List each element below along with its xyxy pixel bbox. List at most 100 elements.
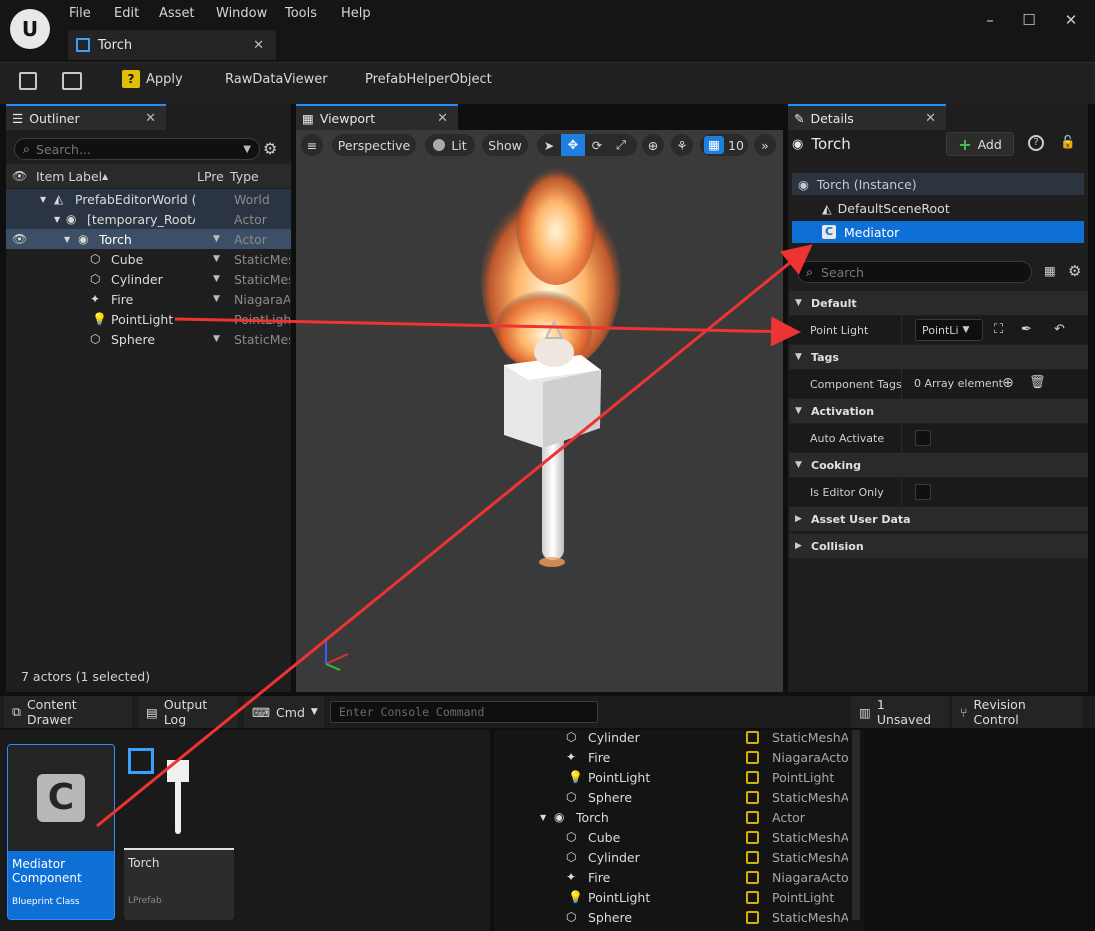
outliner-row[interactable]: ⬡ Sphere ▼ StaticMes <box>6 329 291 349</box>
eyedropper-icon[interactable]: ✒ <box>1021 322 1032 337</box>
menu-window[interactable]: Window <box>216 6 267 21</box>
help-icon[interactable]: ? <box>1028 135 1044 151</box>
outliner-search-input[interactable]: ⌕ Search... ▼ <box>14 138 260 160</box>
eye-icon[interactable]: 👁 <box>12 232 27 246</box>
list-item[interactable]: ⬡ Cylinder StaticMeshA <box>494 727 849 747</box>
prefab-helper-object-button[interactable]: PrefabHelperObject <box>365 72 492 87</box>
menu-edit[interactable]: Edit <box>114 6 139 21</box>
item-label: Cube <box>588 829 621 845</box>
revision-control-button[interactable]: ⑂ Revision Control <box>952 696 1082 728</box>
tab-outliner[interactable]: ☰ Outliner ✕ <box>6 104 166 130</box>
show-button[interactable]: Show <box>482 134 528 156</box>
list-item[interactable]: 💡 PointLight PointLight <box>494 887 849 907</box>
more-options-icon[interactable]: » <box>754 134 776 156</box>
console-input[interactable]: Enter Console Command <box>330 701 598 723</box>
asset-torch-prefab[interactable]: Torch LPrefab <box>124 744 234 920</box>
outliner-row[interactable]: ▼ ◭ PrefabEditorWorld (E World <box>6 189 291 209</box>
row-type: StaticMes <box>234 251 290 267</box>
viewport-menu-icon[interactable]: ≡ <box>301 134 323 156</box>
trash-icon[interactable]: 🗑 <box>1029 375 1046 390</box>
scale-icon[interactable]: ⤢ <box>609 137 633 153</box>
transform-tools: ➤ ✥ ⟳ ⤢ <box>537 134 637 156</box>
reset-icon[interactable]: ↶ <box>1054 322 1065 337</box>
section-asset-user-data[interactable]: ▶ Asset User Data <box>789 507 1088 531</box>
details-search-input[interactable]: ⌕ Search <box>797 261 1032 283</box>
list-item[interactable]: ⬡ Sphere StaticMeshA <box>494 907 849 927</box>
move-icon[interactable]: ✥ <box>561 134 585 156</box>
unreal-logo-icon[interactable]: U <box>10 9 50 49</box>
list-item[interactable]: ✦ Fire NiagaraActor <box>494 867 849 887</box>
component-row-selected[interactable]: C Mediator <box>792 221 1084 243</box>
list-item[interactable]: ⬡ Cube StaticMeshA <box>494 827 849 847</box>
column-lpre[interactable]: LPre <box>197 169 224 184</box>
eye-icon[interactable]: 👁 <box>12 169 27 183</box>
outliner-row[interactable]: 💡 PointLight PointLight <box>6 309 291 329</box>
add-element-icon[interactable]: ⊕ <box>1002 375 1014 391</box>
list-item[interactable]: ⬡ Sphere StaticMeshA <box>494 787 849 807</box>
outliner-row[interactable]: ⬡ Cube ▼ StaticMes <box>6 249 291 269</box>
menu-tools[interactable]: Tools <box>285 6 317 21</box>
gear-icon[interactable]: ⚙ <box>1068 262 1081 280</box>
close-tab-icon[interactable]: ✕ <box>253 38 264 53</box>
auto-activate-checkbox[interactable] <box>915 430 931 446</box>
axis-y <box>325 663 341 671</box>
close-viewport-icon[interactable]: ✕ <box>437 111 448 126</box>
section-default[interactable]: ▼ Default <box>789 291 1088 315</box>
close-details-icon[interactable]: ✕ <box>925 111 936 126</box>
editor-only-checkbox[interactable] <box>915 484 931 500</box>
list-item[interactable]: ⬡ Cylinder StaticMeshA <box>494 847 849 867</box>
list-item[interactable]: ▼ ◉ Torch Actor <box>494 807 849 827</box>
tab-details[interactable]: ✎ Details ✕ <box>788 104 946 130</box>
output-log-button[interactable]: ▤ Output Log <box>138 696 238 728</box>
section-tags[interactable]: ▼ Tags <box>789 345 1088 369</box>
table-view-icon[interactable]: ▦ <box>1044 263 1056 278</box>
select-actor-icon[interactable]: ⛶ <box>994 322 1003 337</box>
maximize-icon[interactable]: ☐ <box>1019 10 1039 30</box>
outliner-row[interactable]: ▼ ◉ [temporary_RootA Actor <box>6 209 291 229</box>
save-icon[interactable] <box>19 72 37 90</box>
point-light-dropdown[interactable]: PointLi ▼ <box>915 319 983 341</box>
unsaved-button[interactable]: ▥ 1 Unsaved <box>851 696 949 728</box>
world-local-icon[interactable]: ⊕ <box>642 134 664 156</box>
unsaved-icon: ▥ <box>859 704 871 720</box>
menu-help[interactable]: Help <box>341 6 371 21</box>
rotate-icon[interactable]: ⟳ <box>585 138 609 153</box>
column-type[interactable]: Type <box>230 169 259 184</box>
apply-button[interactable]: ? Apply <box>122 70 183 88</box>
cmd-dropdown[interactable]: ⌨ Cmd ▼ <box>244 696 324 728</box>
column-item-label[interactable]: Item Label <box>36 169 102 184</box>
section-collision[interactable]: ▶ Collision <box>789 534 1088 558</box>
lock-icon[interactable]: 🔓 <box>1060 134 1076 150</box>
outliner-row[interactable]: ✦ Fire ▼ NiagaraAc <box>6 289 291 309</box>
lit-button[interactable]: Lit <box>425 134 475 156</box>
section-activation[interactable]: ▼ Activation <box>789 399 1088 423</box>
raw-data-viewer-button[interactable]: RawDataViewer <box>225 72 328 87</box>
select-icon[interactable]: ➤ <box>537 138 561 153</box>
gear-icon[interactable]: ⚙ <box>263 139 277 158</box>
component-instance-row[interactable]: ◉ Torch (Instance) <box>792 173 1084 195</box>
grid-snap-button[interactable]: ▦ 10 <box>700 134 748 156</box>
item-type: StaticMeshA <box>772 789 848 805</box>
scrollbar[interactable] <box>852 730 860 920</box>
tab-viewport[interactable]: ▦ Viewport ✕ <box>296 104 458 130</box>
viewport[interactable] <box>296 130 783 692</box>
chevron-down-icon[interactable]: ▼ <box>243 144 251 155</box>
surface-snap-icon[interactable]: ⚘ <box>671 134 693 156</box>
outliner-row-selected[interactable]: 👁 ▼ ◉ Torch ▼ Actor <box>6 229 291 249</box>
content-drawer-button[interactable]: ⧉ Content Drawer <box>4 696 132 728</box>
section-cooking[interactable]: ▼ Cooking <box>789 453 1088 477</box>
tab-torch[interactable]: Torch ✕ <box>68 30 276 60</box>
menu-file[interactable]: File <box>69 6 91 21</box>
perspective-button[interactable]: Perspective <box>332 134 416 156</box>
close-outliner-icon[interactable]: ✕ <box>145 111 156 126</box>
component-row[interactable]: ◭ DefaultSceneRoot <box>792 197 1084 219</box>
asset-mediator-component[interactable]: C Mediator Component Blueprint Class <box>7 744 115 920</box>
browse-icon[interactable] <box>62 72 82 90</box>
list-item[interactable]: ✦ Fire NiagaraActor <box>494 747 849 767</box>
close-window-icon[interactable]: ✕ <box>1061 10 1081 30</box>
list-item[interactable]: 💡 PointLight PointLight <box>494 767 849 787</box>
minimize-icon[interactable]: – <box>980 10 1000 30</box>
outliner-row[interactable]: ⬡ Cylinder ▼ StaticMes <box>6 269 291 289</box>
menu-asset[interactable]: Asset <box>159 6 195 21</box>
add-component-button[interactable]: + Add <box>946 132 1014 156</box>
